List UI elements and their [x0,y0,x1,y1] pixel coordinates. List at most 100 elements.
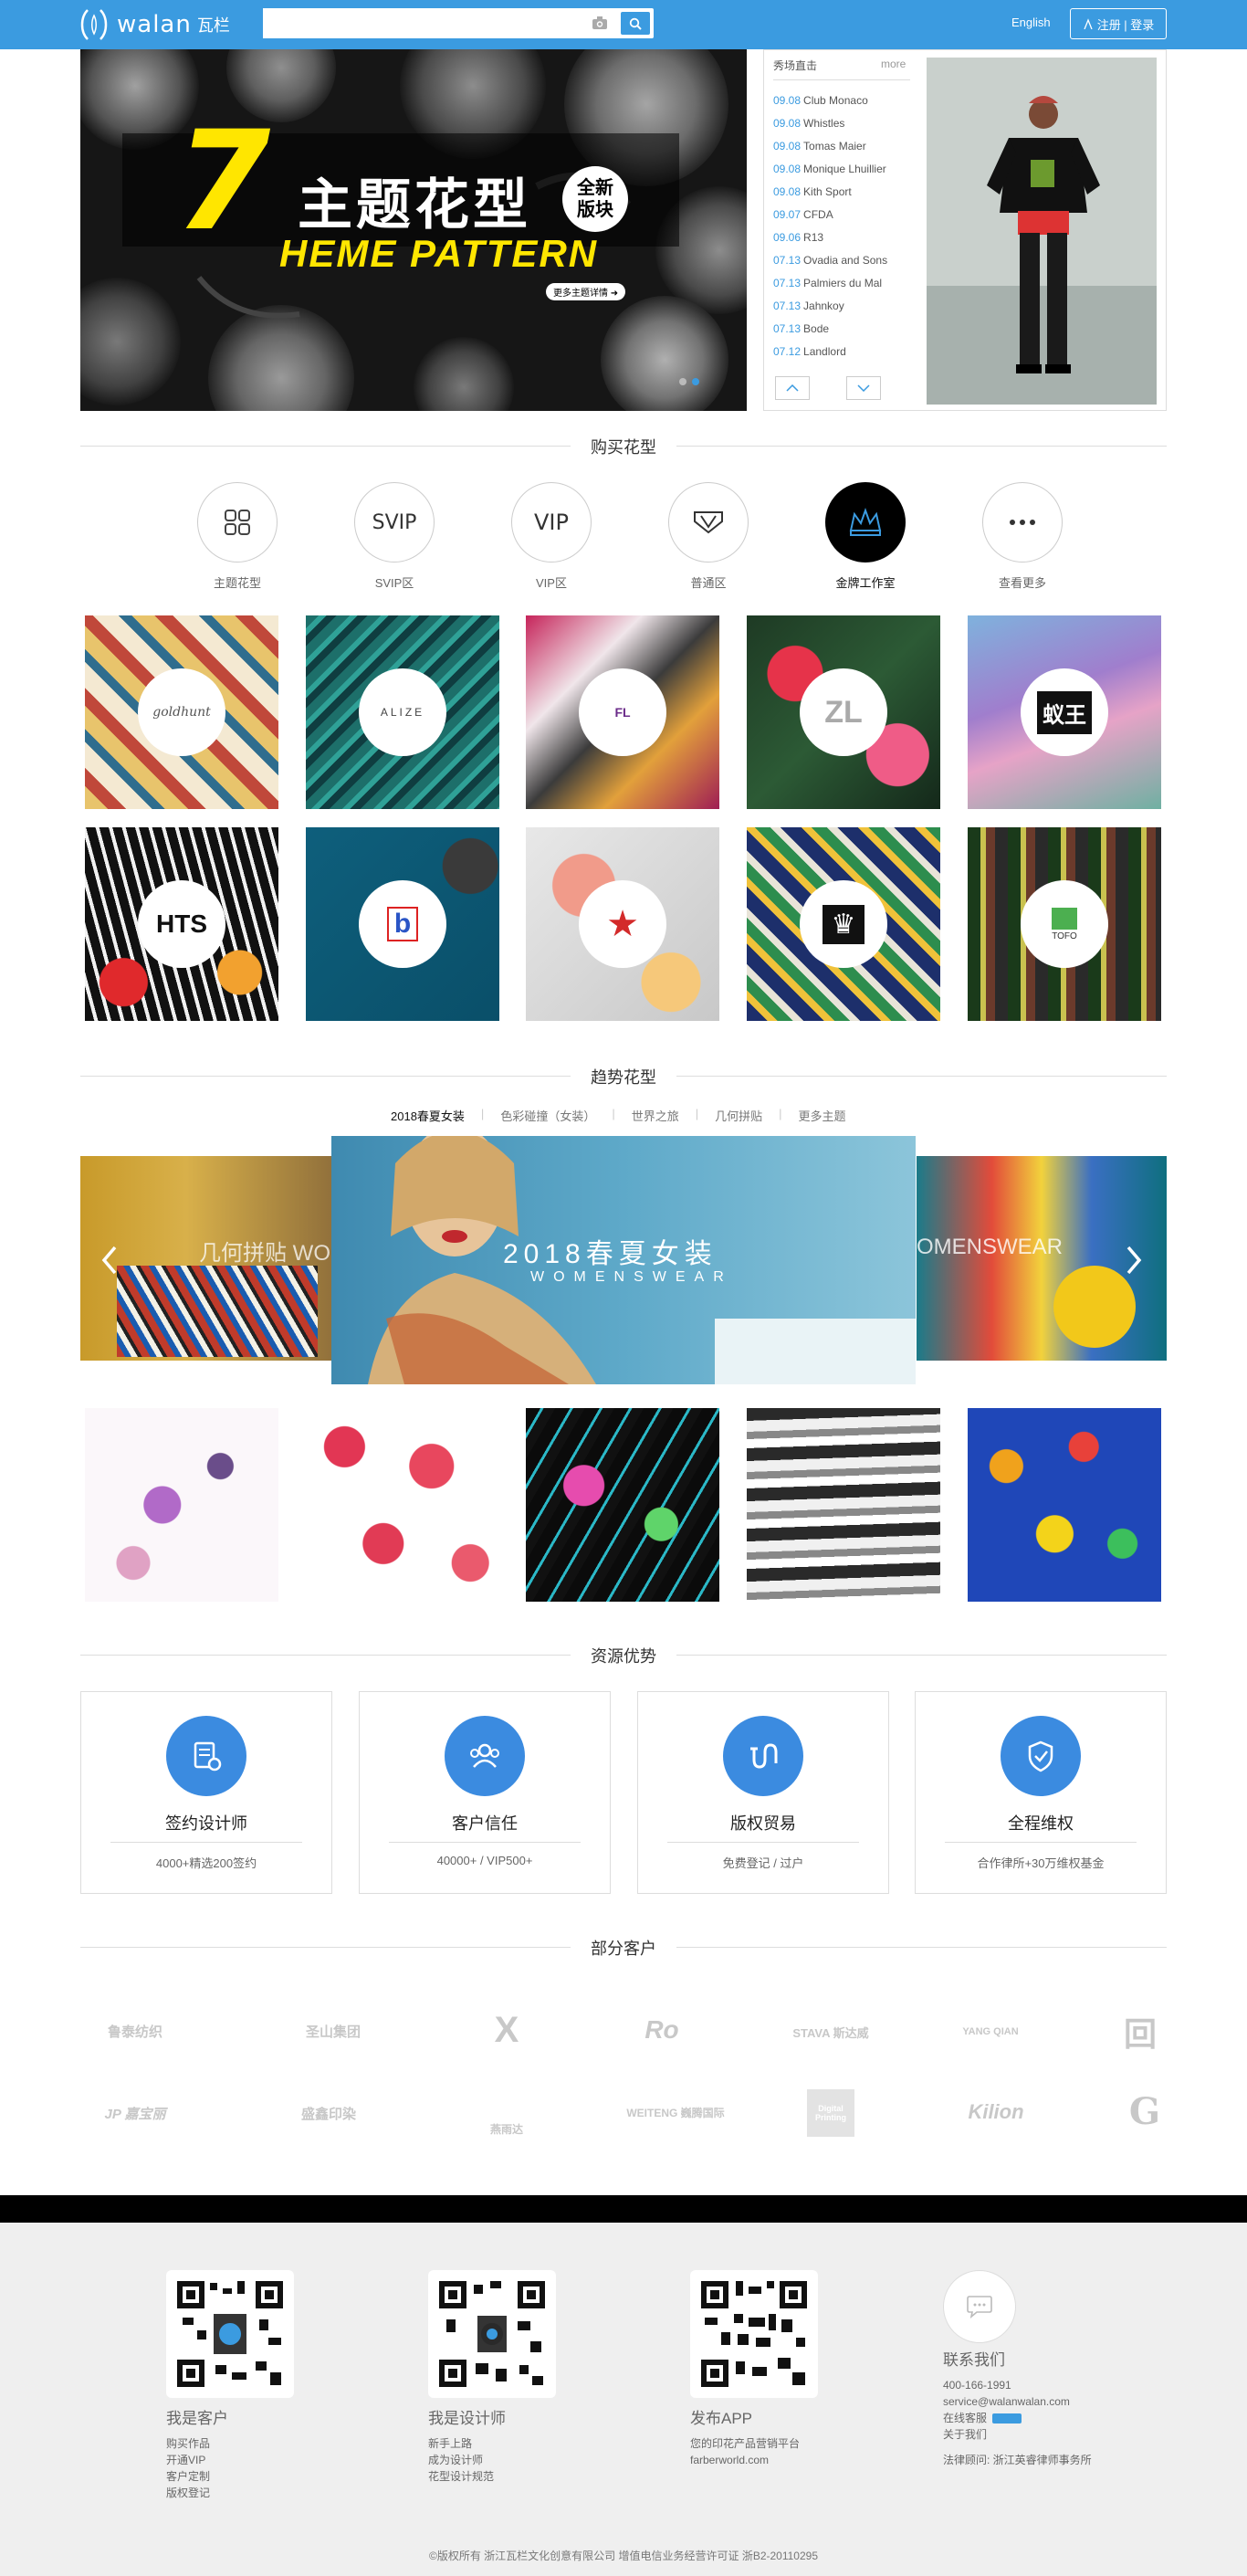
hero-pager [679,378,699,385]
slide-main[interactable]: 2018春夏女装 WOMENSWEAR [331,1136,916,1384]
studio-logo-text: ZL [824,694,863,730]
language-switch[interactable]: English [1011,16,1051,29]
studio-tile[interactable]: ZL [747,615,940,809]
qr-code-customer [166,2270,294,2398]
cat-svip[interactable]: SVIP SVIP区 [340,482,449,591]
email-link[interactable]: service@walanwalan.com [943,2393,1092,2410]
contact-chat-button[interactable] [943,2270,1016,2343]
footer-col-title: 发布APP [690,2410,753,2427]
advantage-card[interactable]: 全程维权 合作律所+30万维权基金 [915,1691,1167,1894]
trend-tab[interactable]: 世界之旅 [615,1107,696,1125]
search-input[interactable] [263,8,601,38]
hero-dot[interactable] [679,378,686,385]
pattern-tile[interactable] [85,1408,278,1602]
news-divider [773,79,910,80]
pattern-tile[interactable] [747,1408,940,1602]
news-item[interactable]: 07.13 Bode [773,322,887,345]
studio-tile[interactable]: TOFO [968,827,1161,1021]
search-button[interactable] [621,12,650,35]
top-header: walan 瓦栏 English 注册 | 登录 [0,0,1247,49]
studio-tile[interactable]: b [306,827,499,1021]
studio-tile[interactable]: HTS [85,827,278,1021]
trend-tab[interactable]: 色彩碰撞（女装） [484,1107,612,1125]
pattern-tile[interactable] [968,1408,1161,1602]
cat-gold-studio[interactable]: 金牌工作室 [811,482,920,591]
news-item[interactable]: 07.12 Landlord [773,345,887,368]
cat-theme[interactable]: 主题花型 [183,482,292,591]
footer-link[interactable]: 新手上路 [428,2435,506,2452]
studio-tile[interactable]: ALIZE [306,615,499,809]
clients-section-title: 部分客户 [571,1936,676,1960]
pattern-tile[interactable] [526,1408,719,1602]
footer-link[interactable]: 关于我们 [943,2426,1092,2443]
advantage-card[interactable]: 客户信任 40000+ / VIP500+ [359,1691,611,1894]
cat-normal-circle [668,482,749,563]
trend-tab[interactable]: 更多主题 [782,1107,863,1125]
shield-icon [1028,1740,1053,1772]
cat-gold-studio-circle [825,482,906,563]
news-up-button[interactable] [775,376,810,400]
slide-main-title: 2018春夏女装 [503,1239,718,1269]
studio-logo-text: goldhunt [152,705,211,720]
news-name: Jahnkoy [803,300,844,312]
studio-tile[interactable]: 蚁王 [968,615,1161,809]
news-item[interactable]: 09.08 Club Monaco [773,94,887,117]
news-item[interactable]: 09.07 CFDA [773,208,887,231]
chevron-left-icon [101,1246,117,1275]
hero-banner[interactable]: 7 主题花型 全新 版块 HEME PATTERN 更多主题详情 ➜ [80,49,747,411]
footer-link[interactable]: 开通VIP [166,2452,228,2468]
footer-link[interactable]: 花型设计规范 [428,2468,506,2485]
news-item[interactable]: 07.13 Ovadia and Sons [773,254,887,277]
buy-section-heading: 购买花型 [80,435,1167,458]
news-down-button[interactable] [846,376,881,400]
advantage-title: 客户信任 [452,1814,518,1833]
carousel-prev-button[interactable] [99,1242,121,1278]
studio-tile[interactable]: ♛ [747,827,940,1021]
advantage-card[interactable]: 签约设计师 4000+精选200签约 [80,1691,332,1894]
studio-logo: HTS [138,880,225,968]
news-item[interactable]: 07.13 Jahnkoy [773,300,887,322]
studio-logo: b [359,880,446,968]
footer-link[interactable]: farberworld.com [690,2452,800,2468]
online-service-link[interactable]: 在线客服 [943,2410,1092,2426]
news-item[interactable]: 09.08 Kith Sport [773,185,887,208]
cat-vip[interactable]: VIP VIP区 [497,482,606,591]
hero-more-button[interactable]: 更多主题详情 ➜ [546,283,626,300]
crown-icon [849,508,882,536]
site-logo[interactable]: walan 瓦栏 [79,5,230,44]
trend-section-title: 趋势花型 [571,1065,676,1088]
hero-dot[interactable] [692,378,699,385]
studio-tile[interactable]: ★ [526,827,719,1021]
online-service-label: 在线客服 [943,2412,988,2424]
news-item[interactable]: 09.08 Tomas Maier [773,140,887,163]
news-name: Ovadia and Sons [803,254,888,267]
camera-icon[interactable] [592,16,608,30]
news-item[interactable]: 09.06 R13 [773,231,887,254]
footer-link[interactable]: 客户定制 [166,2468,228,2485]
pattern-tile[interactable] [306,1408,499,1602]
news-item[interactable]: 09.08 Whistles [773,117,887,140]
cat-normal[interactable]: 普通区 [654,482,763,591]
footer-link[interactable]: 版权登记 [166,2485,228,2501]
carousel-next-button[interactable] [1123,1242,1145,1278]
footer-link[interactable]: 成为设计师 [428,2452,506,2468]
studio-tile[interactable]: goldhunt [85,615,278,809]
news-more-link[interactable]: more [881,58,906,70]
trend-tab[interactable]: 几何拼贴 [698,1107,779,1125]
runway-image[interactable] [927,58,1157,405]
chevron-right-icon [1126,1246,1142,1275]
login-button[interactable]: 注册 | 登录 [1070,8,1167,39]
qr-code-designer [428,2270,556,2398]
cat-vip-circle: VIP [511,482,592,563]
trend-tab[interactable]: 2018春夏女装 [374,1107,481,1125]
footer-link[interactable]: 购买作品 [166,2435,228,2452]
news-item[interactable]: 07.13 Palmiers du Mal [773,277,887,300]
news-name: Bode [803,322,830,335]
news-name: CFDA [803,208,833,221]
cat-more[interactable]: 查看更多 [968,482,1077,591]
advantage-card[interactable]: 版权贸易 免费登记 / 过户 [637,1691,889,1894]
news-item[interactable]: 09.08 Monique Lhuillier [773,163,887,185]
news-date: 09.07 [773,208,802,221]
cat-svip-circle: SVIP [354,482,435,563]
studio-tile[interactable]: FL [526,615,719,809]
